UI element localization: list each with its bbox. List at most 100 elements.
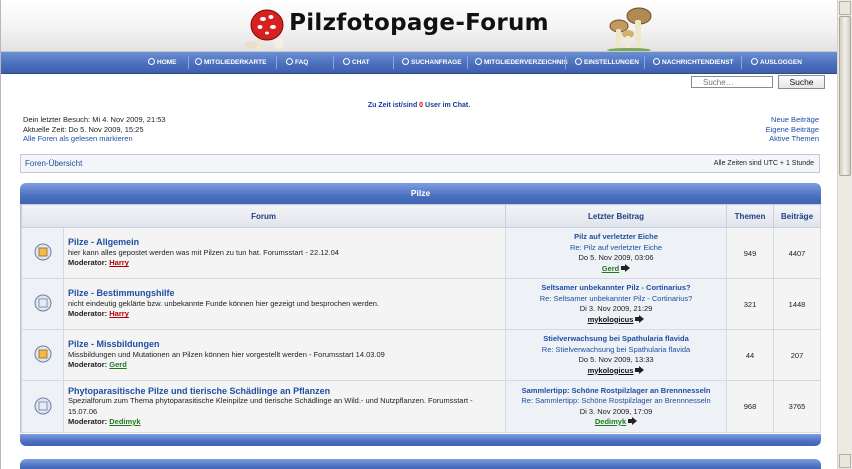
posts-count: 1448 — [773, 278, 822, 330]
moderator-link[interactable]: Gerd — [109, 360, 127, 369]
last-post-cell: Stielverwachsung bei Spathularia flavida… — [505, 329, 728, 381]
nav-nachrichtendienst[interactable]: NACHRICHTENDIENST — [653, 52, 734, 73]
nav-label: AUSLOGGEN — [760, 59, 802, 66]
last-post-topic-link[interactable]: Seltsamer unbekannter Pilz - Cortinarius… — [507, 283, 725, 294]
forum-status-cell — [21, 227, 64, 279]
timezone-note: Alle Zeiten sind UTC + 1 Stunde — [713, 160, 814, 167]
mark-all-read-link[interactable]: Alle Foren als gelesen markieren — [23, 134, 133, 143]
nav-label: CHAT — [352, 59, 370, 66]
forum-row: Pilze - Bestimmungshilfe nicht eindeutig… — [21, 278, 822, 330]
chat-user-count: 0 — [419, 102, 424, 109]
moderator-link[interactable]: Harry — [109, 258, 129, 267]
category-title[interactable]: Pilze — [411, 188, 430, 198]
quicklinks: Neue Beiträge Eigene Beiträge Aktive The… — [766, 115, 819, 144]
topics-count: 321 — [726, 278, 775, 330]
members-icon — [475, 57, 482, 65]
forum-read-icon — [34, 397, 51, 414]
forum-row: Phytoparasitische Pilze und tierische Sc… — [21, 380, 822, 433]
goto-last-post-icon[interactable] — [635, 314, 645, 323]
messages-icon — [653, 57, 660, 65]
forum-table-container: Forum Letzter Beitrag Themen Beiträge Pi… — [20, 204, 822, 433]
nav-ausloggen[interactable]: AUSLOGGEN — [751, 52, 802, 73]
goto-last-post-icon[interactable] — [621, 263, 631, 272]
nav-einstellungen[interactable]: EINSTELLUNGEN — [575, 52, 639, 73]
forum-title-link[interactable]: Pilze - Allgemein — [68, 237, 501, 248]
chat-icon — [343, 57, 350, 65]
last-post-cell: Seltsamer unbekannter Pilz - Cortinarius… — [505, 278, 728, 330]
search-button[interactable]: Suche — [778, 75, 825, 89]
nav-separator — [467, 56, 468, 69]
last-post-date: Do 5. Nov 2009, 13:33 — [578, 355, 654, 364]
forum-table: Forum Letzter Beitrag Themen Beiträge Pi… — [20, 204, 822, 433]
forum-info-cell: Pilze - Missbildungen Missbildungen und … — [62, 329, 507, 381]
scroll-up-arrow-icon[interactable] — [839, 1, 851, 15]
last-post-reply-link[interactable]: Re: Stielverwachsung bei Spathularia fla… — [507, 345, 725, 356]
topics-count: 968 — [726, 380, 775, 433]
forum-description: nicht eindeutig geklärte bzw. unbekannte… — [68, 298, 380, 308]
forum-status-cell — [21, 329, 64, 381]
topics-column-header: Themen — [726, 204, 775, 228]
forum-title-link[interactable]: Phytoparasitische Pilze und tierische Sc… — [68, 386, 501, 397]
moderator-label: Moderator: — [68, 360, 108, 370]
active-topics-link[interactable]: Aktive Themen — [766, 134, 819, 144]
site-title: Pilzfotopage-Forum — [289, 10, 549, 36]
posts-column-header: Beiträge — [773, 204, 822, 228]
new-posts-link[interactable]: Neue Beiträge — [766, 115, 819, 125]
moderator-link[interactable]: Dedimyk — [109, 417, 140, 426]
goto-last-post-icon[interactable] — [635, 365, 645, 374]
last-post-column-header: Letzter Beitrag — [505, 204, 728, 228]
nav-mitgliederkarte[interactable]: MITGLIEDERKARTE — [195, 52, 266, 73]
nav-separator — [565, 56, 566, 69]
last-post-author-link[interactable]: Dedimyk — [595, 417, 626, 426]
forum-info-cell: Phytoparasitische Pilze und tierische Sc… — [62, 380, 507, 433]
settings-icon — [575, 57, 582, 65]
own-posts-link[interactable]: Eigene Beiträge — [766, 125, 819, 135]
nav-separator — [276, 56, 277, 69]
vertical-scrollbar[interactable] — [837, 0, 852, 469]
nav-suchanfrage[interactable]: SUCHANFRAGE — [402, 52, 462, 73]
breadcrumb-forum-index[interactable]: Foren-Übersicht — [25, 155, 82, 172]
forum-title-link[interactable]: Pilze - Missbildungen — [68, 339, 501, 350]
nav-label: EINSTELLUNGEN — [584, 59, 639, 66]
forum-column-header: Forum — [20, 204, 507, 228]
nav-separator — [644, 56, 645, 69]
topics-count: 949 — [726, 227, 775, 279]
moderator-label: Moderator: — [68, 417, 108, 426]
last-post-topic-link[interactable]: Stielverwachsung bei Spathularia flavida — [507, 334, 725, 345]
nav-mitgliederverzeichnis[interactable]: MITGLIEDERVERZEICHNIS — [475, 52, 568, 73]
forum-row: Pilze - Allgemein hier kann alles gepost… — [21, 227, 822, 279]
category-header: Pilze — [20, 183, 821, 204]
last-post-topic-link[interactable]: Pilz auf verletzter Eiche — [507, 232, 725, 243]
forum-status-cell — [21, 380, 64, 433]
chat-status: Zu Zeit ist/sind 0 User im Chat. — [1, 102, 837, 109]
last-post-topic-link[interactable]: Sammlertipp: Schöne Rostpilzlager an Bre… — [507, 386, 725, 397]
nav-faq[interactable]: FAQ — [286, 52, 308, 73]
search-icon — [402, 57, 409, 65]
moderator-link[interactable]: Harry — [109, 309, 129, 318]
last-post-author-link[interactable]: Gerd — [602, 264, 620, 273]
scroll-down-arrow-icon[interactable] — [839, 454, 851, 468]
forum-read-icon — [34, 243, 51, 261]
forum-row: Pilze - Missbildungen Missbildungen und … — [21, 329, 822, 381]
table-header-row: Forum Letzter Beitrag Themen Beiträge — [20, 204, 822, 228]
goto-last-post-icon[interactable] — [628, 417, 638, 426]
scrollbar-thumb[interactable] — [839, 16, 851, 176]
nav-home[interactable]: HOME — [148, 52, 177, 73]
nav-separator — [741, 56, 742, 69]
search-input[interactable] — [691, 76, 773, 88]
last-post-reply-link[interactable]: Re: Seltsamer unbekannter Pilz - Cortina… — [507, 294, 725, 305]
last-post-author-link[interactable]: mykologicus — [588, 315, 634, 324]
nav-chat[interactable]: CHAT — [343, 52, 370, 73]
help-icon — [286, 57, 293, 65]
last-post-date: Do 5. Nov 2009, 03:06 — [578, 253, 654, 262]
last-post-reply-link[interactable]: Re: Sammlertipp: Schöne Rostpilzlager an… — [507, 396, 725, 407]
mushroom-logo-right — [607, 7, 652, 52]
breadcrumb: Foren-Übersicht Alle Zeiten sind UTC + 1… — [20, 154, 820, 173]
last-post-reply-link[interactable]: Re: Pilz auf verletzter Eiche — [507, 243, 725, 254]
forum-info-cell: Pilze - Bestimmungshilfe nicht eindeutig… — [62, 278, 507, 330]
home-icon — [148, 57, 155, 65]
last-post-author-link[interactable]: mykologicus — [588, 366, 634, 375]
forum-status-cell — [21, 278, 64, 330]
moderator-label: Moderator: — [68, 258, 108, 268]
forum-title-link[interactable]: Pilze - Bestimmungshilfe — [68, 288, 501, 299]
